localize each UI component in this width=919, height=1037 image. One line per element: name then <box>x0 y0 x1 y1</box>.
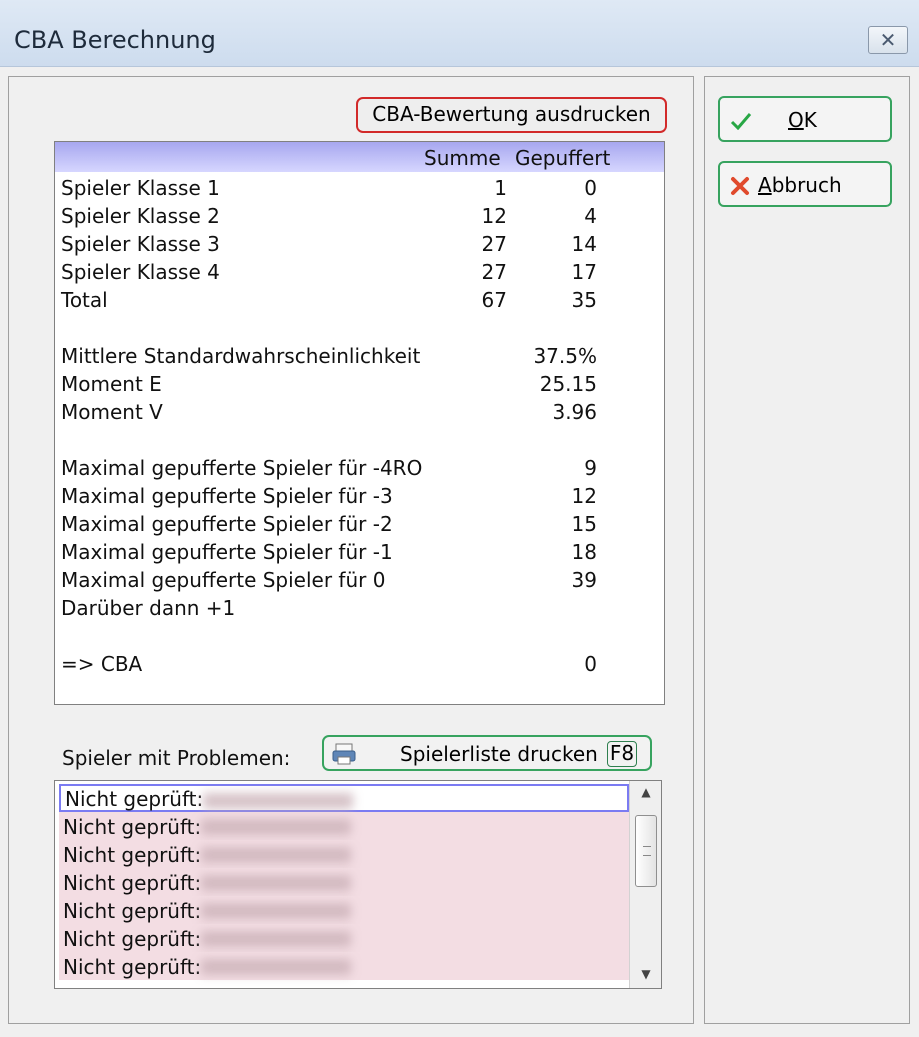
buffer-row-value: 15 <box>571 512 597 536</box>
class-row-label: Spieler Klasse 2 <box>61 204 220 228</box>
right-panel <box>704 76 910 1024</box>
ok-label: OK <box>788 108 817 132</box>
class-row-label: Spieler Klasse 3 <box>61 232 220 256</box>
class-row-sum: 12 <box>481 204 507 228</box>
cancel-button[interactable]: Abbruch <box>718 161 892 207</box>
blurred-player-name <box>201 931 351 947</box>
class-row-buffered: 4 <box>584 204 597 228</box>
cba-result-label: => CBA <box>61 652 143 676</box>
buffer-row-value: 12 <box>571 484 597 508</box>
buffer-row-value: 9 <box>584 456 597 480</box>
window-title: CBA Berechnung <box>14 26 216 54</box>
cba-result-value: 0 <box>584 652 597 676</box>
vertical-scrollbar[interactable]: ▲ ▼ <box>629 781 661 988</box>
buffer-row-label: Maximal gepufferte Spieler für -2 <box>61 512 393 536</box>
list-item-label: Nicht geprüft: <box>63 843 202 867</box>
blurred-player-name <box>203 793 353 809</box>
class-row-sum: 1 <box>494 176 507 200</box>
titlebar: CBA Berechnung ✕ <box>0 0 919 67</box>
buffer-row-value: 18 <box>571 540 597 564</box>
list-item-label: Nicht geprüft: <box>63 955 202 979</box>
probability-row-label: Moment V <box>61 400 163 424</box>
total-sum: 67 <box>481 288 507 312</box>
f8-key-badge: F8 <box>607 741 637 767</box>
total-buffered: 35 <box>571 288 597 312</box>
scroll-up-icon[interactable]: ▲ <box>638 785 654 801</box>
problem-players-list[interactable]: Nicht geprüft: Nicht geprüft: Nicht gepr… <box>54 780 662 989</box>
blurred-player-name <box>201 819 351 835</box>
probability-row-label: Mittlere Standardwahrscheinlichkeit <box>61 344 421 368</box>
print-player-list-button[interactable]: Spielerliste drucken F8 <box>322 735 652 771</box>
blurred-player-name <box>201 847 351 863</box>
probability-row-value: 25.15 <box>539 372 597 396</box>
total-label: Total <box>61 288 108 312</box>
list-item-label: Nicht geprüft: <box>63 899 202 923</box>
list-item[interactable]: Nicht geprüft: <box>59 952 629 980</box>
list-item[interactable]: Nicht geprüft: <box>59 868 629 896</box>
class-row-label: Spieler Klasse 4 <box>61 260 220 284</box>
cancel-label: Abbruch <box>758 173 842 197</box>
buffer-row-label: Maximal gepufferte Spieler für 0 <box>61 568 386 592</box>
buffer-row-label: Maximal gepufferte Spieler für -3 <box>61 484 393 508</box>
list-item[interactable]: Nicht geprüft: <box>59 924 629 952</box>
class-row-sum: 27 <box>481 232 507 256</box>
ok-button[interactable]: OK <box>718 96 892 142</box>
blurred-player-name <box>201 959 351 975</box>
print-evaluation-button[interactable]: CBA-Bewertung ausdrucken <box>356 97 667 133</box>
buffer-row-value: 39 <box>571 568 597 592</box>
list-item[interactable]: Nicht geprüft: <box>59 812 629 840</box>
header-buffered: Gepuffert <box>515 146 611 170</box>
class-row-sum: 27 <box>481 260 507 284</box>
close-button[interactable]: ✕ <box>868 26 908 54</box>
statistics-header: Summe Gepuffert <box>55 142 664 172</box>
list-item[interactable]: Nicht geprüft: <box>59 784 629 812</box>
cba-dialog: CBA Berechnung ✕ CBA-Bewertung ausdrucke… <box>0 0 919 1037</box>
x-icon <box>731 177 749 195</box>
above-note: Darüber dann +1 <box>61 596 236 620</box>
scroll-thumb[interactable] <box>635 815 657 887</box>
checkmark-icon <box>730 113 752 130</box>
grip-icon <box>643 846 651 856</box>
list-item-label: Nicht geprüft: <box>63 815 202 839</box>
list-item-label: Nicht geprüft: <box>63 871 202 895</box>
scroll-down-icon[interactable]: ▼ <box>638 967 654 983</box>
buffer-row-label: Maximal gepufferte Spieler für -1 <box>61 540 393 564</box>
list-item-label: Nicht geprüft: <box>63 927 202 951</box>
printer-icon <box>332 743 356 765</box>
class-row-buffered: 14 <box>571 232 597 256</box>
list-item[interactable]: Nicht geprüft: <box>59 896 629 924</box>
blurred-player-name <box>201 903 351 919</box>
probability-row-value: 37.5% <box>533 344 597 368</box>
cba-statistics-panel: Summe Gepuffert Spieler Klasse 1 1 0 Spi… <box>54 141 665 705</box>
problems-label: Spieler mit Problemen: <box>62 746 291 770</box>
list-item[interactable]: Nicht geprüft: <box>59 840 629 868</box>
class-row-buffered: 17 <box>571 260 597 284</box>
class-row-buffered: 0 <box>584 176 597 200</box>
class-row-label: Spieler Klasse 1 <box>61 176 220 200</box>
buffer-row-label: Maximal gepufferte Spieler für -4RO <box>61 456 423 480</box>
print-player-list-label: Spielerliste drucken <box>400 742 598 766</box>
blurred-player-name <box>201 875 351 891</box>
probability-row-label: Moment E <box>61 372 162 396</box>
header-sum: Summe <box>424 146 501 170</box>
list-item-label: Nicht geprüft: <box>65 787 204 811</box>
probability-row-value: 3.96 <box>552 400 597 424</box>
